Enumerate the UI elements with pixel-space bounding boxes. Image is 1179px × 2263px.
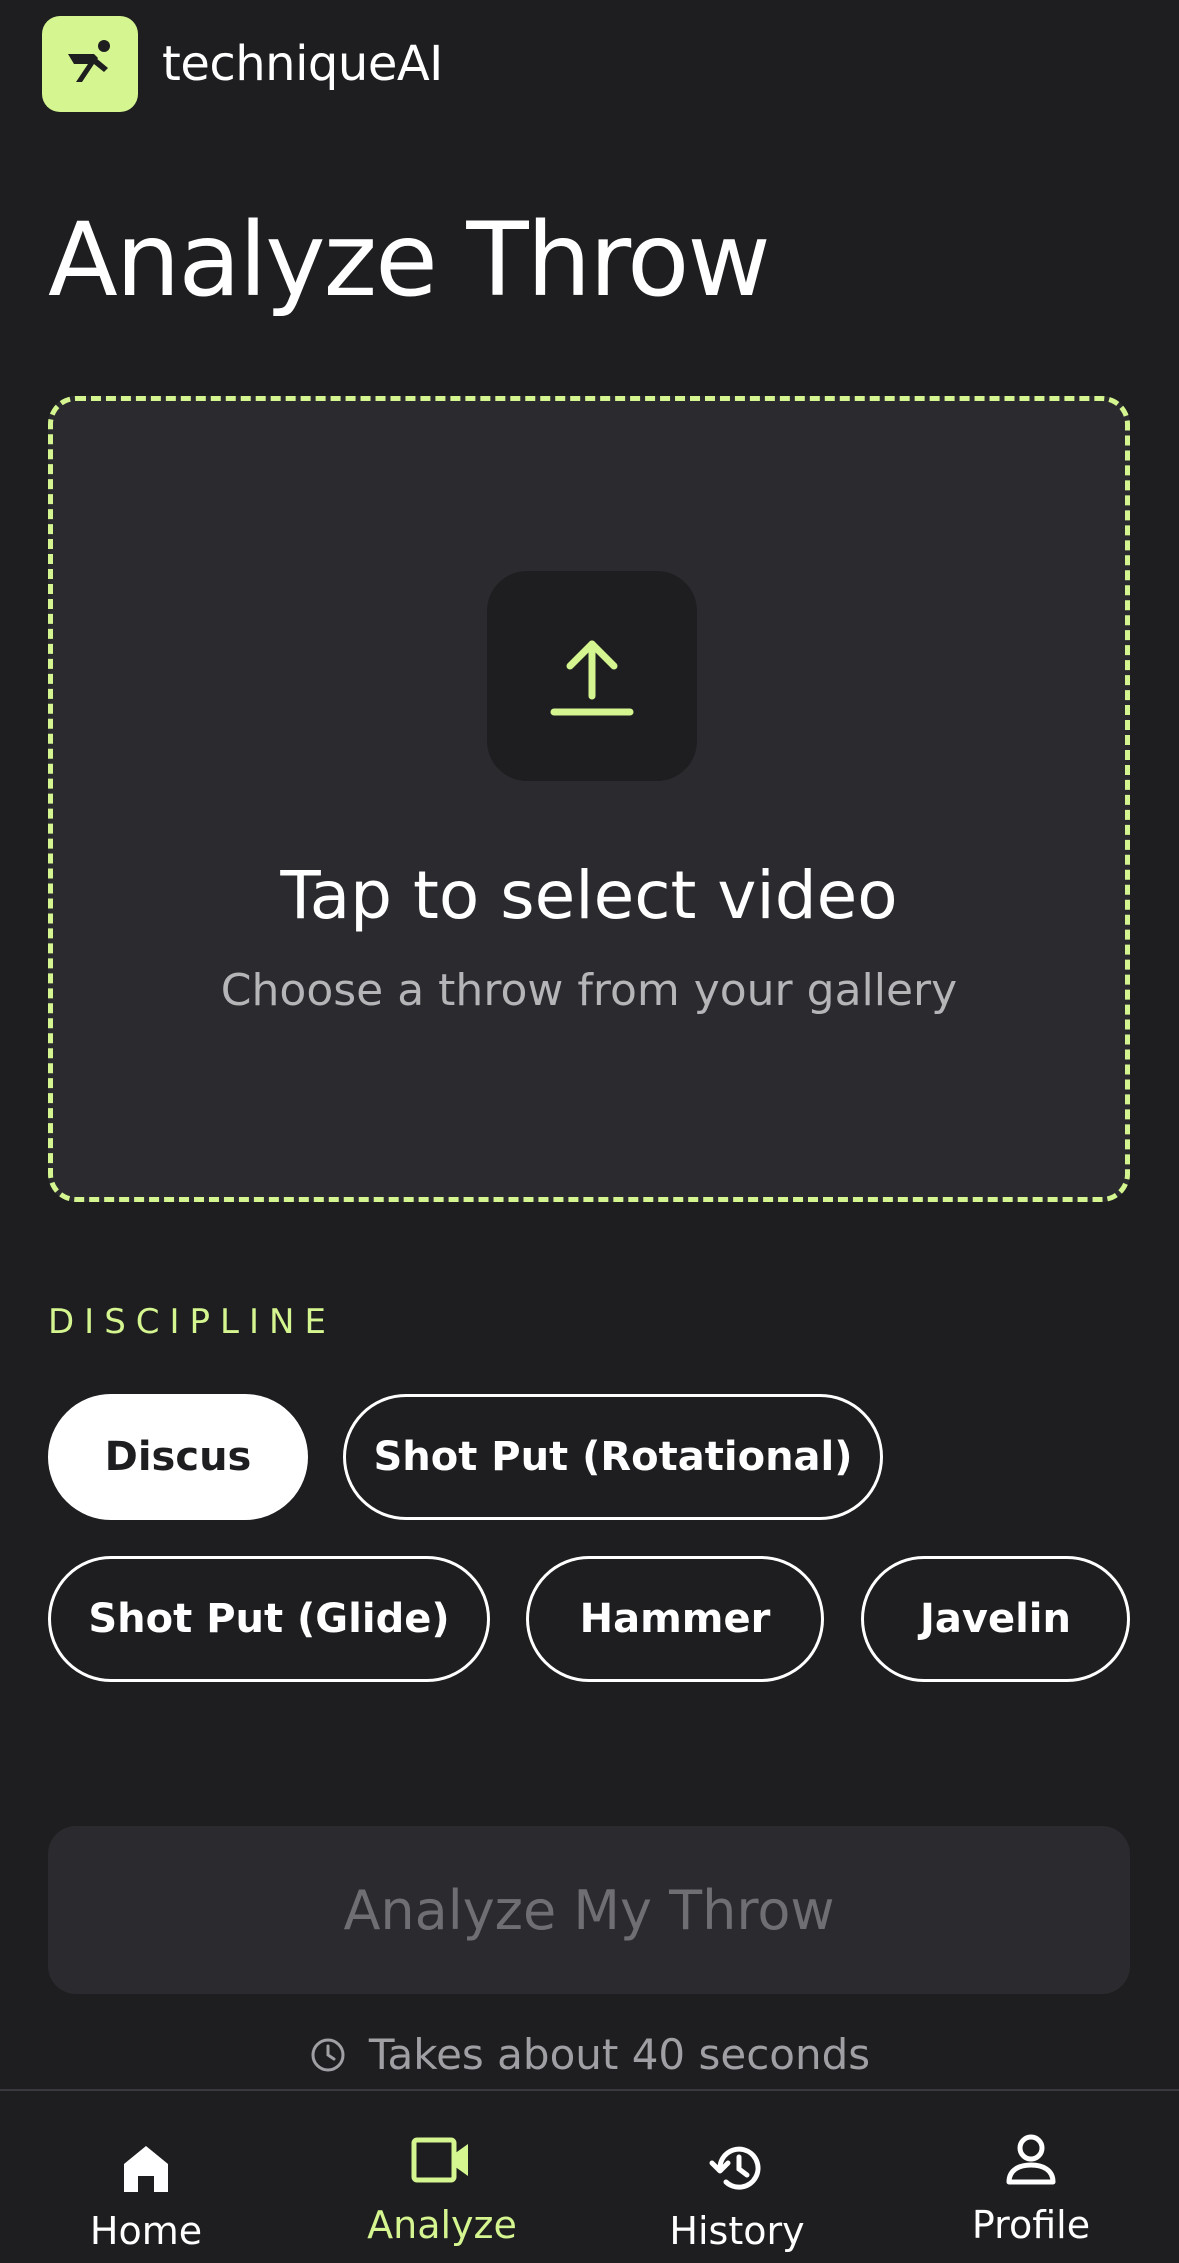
nav-label-home: Home [89,2209,203,2253]
video-upload-area[interactable]: Tap to select video Choose a throw from … [48,396,1130,1202]
discipline-label: DISCIPLINE [48,1302,336,1342]
clock-icon [309,2036,347,2074]
bottom-navigation: Home Analyze History Profile [0,2089,1179,2263]
analyze-button[interactable]: Analyze My Throw [48,1826,1130,1994]
discipline-chip-shot-put-rotational[interactable]: Shot Put (Rotational) [343,1394,883,1520]
nav-item-analyze[interactable]: Analyze [322,2091,562,2263]
upload-icon-container [487,571,697,781]
brand-name: techniqueAI [162,36,443,92]
nav-label-history: History [669,2209,805,2253]
duration-hint: Takes about 40 seconds [0,2030,1179,2079]
app-screen: techniqueAI Analyze Throw Tap to select … [0,0,1179,2263]
nav-item-profile[interactable]: Profile [911,2091,1151,2263]
nav-label-analyze: Analyze [367,2203,517,2247]
person-icon [996,2125,1066,2195]
app-header: techniqueAI [42,16,443,112]
thrower-icon [42,16,138,112]
upload-icon [550,640,634,716]
discipline-chip-discus[interactable]: Discus [48,1394,308,1520]
nav-item-home[interactable]: Home [26,2091,266,2263]
discipline-chip-javelin[interactable]: Javelin [861,1556,1130,1682]
discipline-chip-hammer[interactable]: Hammer [526,1556,824,1682]
nav-item-history[interactable]: History [617,2091,857,2263]
history-icon [702,2133,772,2203]
duration-hint-text: Takes about 40 seconds [368,2030,871,2079]
nav-label-profile: Profile [971,2203,1091,2247]
discipline-chip-shot-put-glide[interactable]: Shot Put (Glide) [48,1556,490,1682]
video-camera-icon [407,2125,477,2195]
home-icon [111,2133,181,2203]
upload-title: Tap to select video [280,857,898,934]
page-title: Analyze Throw [48,201,771,320]
upload-subtitle: Choose a throw from your gallery [220,965,958,1016]
